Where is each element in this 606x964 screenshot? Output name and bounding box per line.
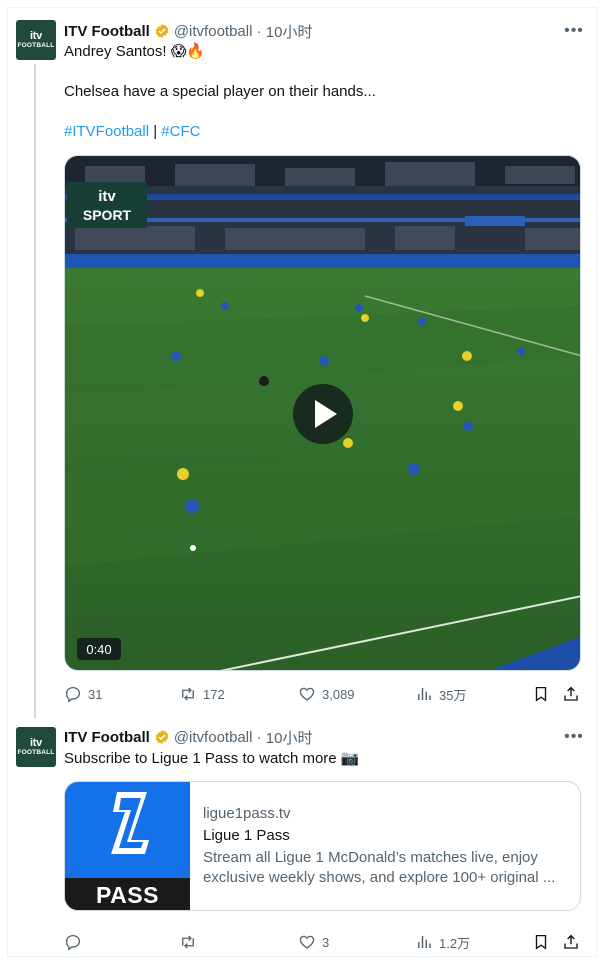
repost-icon	[182, 687, 194, 701]
share-button[interactable]	[562, 932, 580, 952]
views-chart-icon	[418, 688, 431, 700]
video-frame: itv SPORT 0:40	[65, 156, 580, 670]
tweet[interactable]: itv FOOTBALL ITV Football @itvfootball ·…	[8, 8, 596, 718]
author-handle[interactable]: @itvfootball	[174, 729, 253, 746]
author-handle[interactable]: @itvfootball	[174, 23, 253, 40]
tweet-header: ITV Football @itvfootball · 10小时	[64, 727, 313, 748]
bookmark-button[interactable]	[532, 684, 550, 704]
reply-button[interactable]	[64, 932, 88, 952]
like-button[interactable]: 3,089	[298, 684, 355, 704]
repost-button[interactable]: 172	[179, 684, 225, 704]
thread-line	[34, 64, 36, 718]
timestamp[interactable]: 10小时	[266, 21, 313, 42]
tweet[interactable]: itv FOOTBALL ITV Football @itvfootball ·…	[8, 718, 596, 958]
reply-icon	[65, 934, 81, 951]
share-button[interactable]	[562, 684, 580, 704]
avatar[interactable]: itv FOOTBALL	[16, 20, 56, 60]
reply-button[interactable]: 31	[64, 684, 102, 704]
verified-badge-icon	[155, 24, 169, 38]
avatar[interactable]: itv FOOTBALL	[16, 727, 56, 767]
timestamp[interactable]: 10小时	[266, 727, 313, 748]
share-icon	[564, 934, 578, 949]
author-name[interactable]: ITV Football	[64, 23, 150, 40]
svg-text:SPORT: SPORT	[83, 207, 132, 223]
card-image: PASS	[65, 782, 190, 910]
video-player[interactable]: itv SPORT 0:40	[64, 155, 581, 671]
tweet-actions: 31 172 3,089 35万	[64, 684, 586, 704]
card-image-label: PASS	[65, 878, 190, 910]
card-description: Stream all Ligue 1 McDonald’s matches li…	[203, 849, 556, 886]
tweet-actions: 3 1.2万	[64, 932, 586, 952]
broadcaster-logo: itv	[98, 188, 116, 205]
card-body: ligue1pass.tv Ligue 1 Pass Stream all Li…	[190, 782, 580, 910]
hashtag-link[interactable]: #CFC	[161, 123, 200, 140]
bookmark-button[interactable]	[532, 932, 550, 952]
hashtag-link[interactable]: #ITVFootball	[64, 123, 149, 140]
like-button[interactable]: 3	[298, 932, 329, 952]
bookmark-icon	[535, 934, 547, 950]
reply-icon	[65, 686, 81, 703]
heart-icon	[299, 687, 315, 701]
ligue1-logo-icon	[111, 792, 149, 854]
views-button[interactable]: 35万	[415, 684, 466, 704]
link-card[interactable]: PASS ligue1pass.tv Ligue 1 Pass Stream a…	[64, 781, 581, 911]
more-options-icon[interactable]: •••	[564, 727, 584, 747]
video-duration: 0:40	[86, 642, 111, 657]
more-options-icon[interactable]: •••	[564, 21, 584, 41]
hashtags: #ITVFootball | #CFC	[64, 123, 201, 140]
views-button[interactable]: 1.2万	[415, 932, 470, 952]
timeline: itv FOOTBALL ITV Football @itvfootball ·…	[7, 7, 597, 957]
repost-icon	[182, 935, 194, 949]
repost-button[interactable]	[179, 932, 203, 952]
tweet-text-line: Chelsea have a special player on their h…	[64, 83, 376, 100]
author-name[interactable]: ITV Football	[64, 729, 150, 746]
views-chart-icon	[418, 936, 431, 948]
tweet-text-line: Andrey Santos! 😱🔥	[64, 43, 206, 60]
tweet-text-line: Subscribe to Ligue 1 Pass to watch more …	[64, 750, 360, 767]
verified-badge-icon	[155, 730, 169, 744]
card-domain: ligue1pass.tv	[203, 805, 291, 822]
tweet-header: ITV Football @itvfootball · 10小时	[64, 21, 313, 42]
bookmark-icon	[535, 686, 547, 702]
card-title: Ligue 1 Pass	[203, 827, 290, 844]
share-icon	[564, 686, 578, 701]
heart-icon	[299, 935, 315, 949]
